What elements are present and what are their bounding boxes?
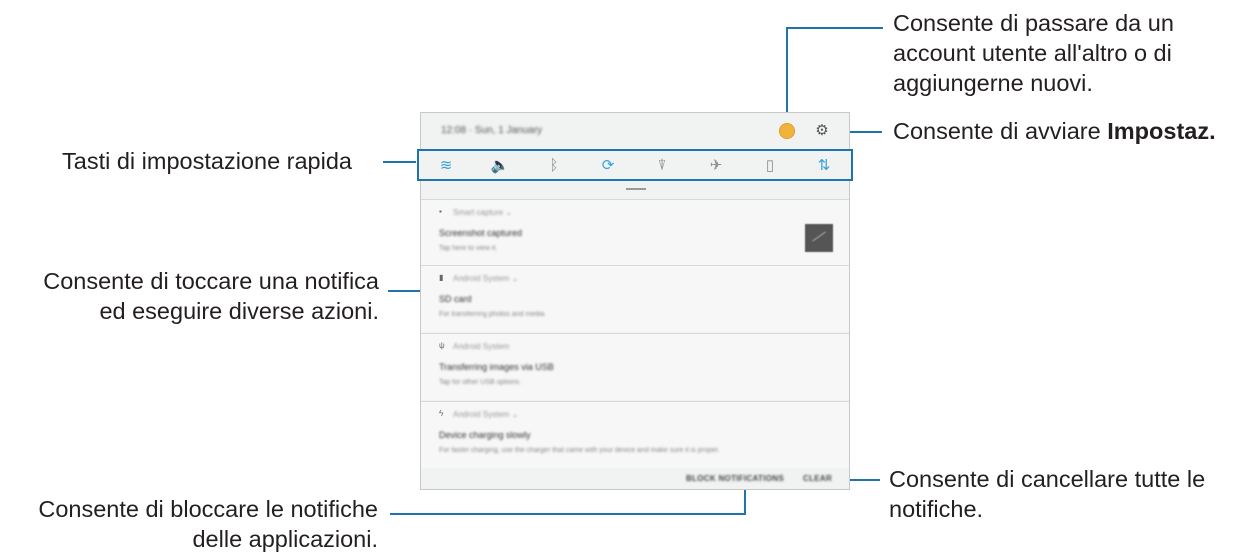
notification-panel: 12:08 · Sun, 1 January ⚙ ≋ 🔈 ᛒ ⟳ ⍒ ✈ ▯ ⇅… [417, 112, 853, 491]
callout-tap-notification: Consente di toccare una notifica ed eseg… [43, 266, 379, 326]
power-saving-icon[interactable]: ▯ [758, 153, 782, 177]
notification-app: Android System [453, 342, 510, 351]
callout-line: Consente di toccare una notifica [43, 268, 379, 294]
sd-card-icon: ▮ [439, 273, 444, 282]
leader-quick-settings [383, 161, 416, 163]
notification-title: Transferring images via USB [439, 362, 554, 372]
callout-line: Consente di passare da un [893, 10, 1174, 36]
leader-account-horizontal [786, 27, 883, 29]
notification-card[interactable]: ψ Android System Transferring images via… [421, 333, 849, 400]
notification-app: Smart capture ⌄ [453, 208, 513, 217]
callout-settings: Consente di avviare Impostaz. [893, 116, 1216, 146]
notification-card[interactable]: ▪ Smart capture ⌄ Screenshot captured Ta… [421, 199, 849, 266]
callout-line: Consente di cancellare tutte le [889, 466, 1206, 492]
quick-settings-bar: ≋ 🔈 ᛒ ⟳ ⍒ ✈ ▯ ⇅ [417, 149, 853, 181]
callout-block-notifications: Consente di bloccare le notifiche delle … [38, 494, 378, 554]
notification-footer: BLOCK NOTIFICATIONS CLEAR [421, 467, 849, 491]
status-bar: 12:08 · Sun, 1 January ⚙ [421, 113, 849, 151]
notification-app: Android System ⌄ [453, 410, 519, 419]
callout-line: account utente all'altro o di [893, 40, 1172, 66]
callout-line: notifiche. [889, 496, 984, 522]
notification-title: SD card [439, 294, 472, 304]
notification-subtitle: Tap for other USB options. [439, 379, 522, 386]
callout-line: ed eseguire diverse azioni. [99, 298, 379, 324]
leader-block-horizontal [390, 513, 745, 515]
bluetooth-icon[interactable]: ᛒ [542, 153, 566, 177]
mobile-data-icon[interactable]: ⇅ [812, 153, 836, 177]
drag-handle[interactable] [626, 188, 646, 190]
gear-icon[interactable]: ⚙ [813, 122, 831, 140]
notification-title: Screenshot captured [439, 228, 523, 238]
notification-subtitle: For transferring photos and media [439, 311, 545, 318]
callout-account-switch: Consente di passare da un account utente… [893, 8, 1174, 98]
status-time: 12:08 · Sun, 1 January [441, 125, 543, 136]
charging-icon: ϟ [439, 409, 444, 418]
wifi-icon[interactable]: ≋ [434, 153, 458, 177]
auto-rotate-icon[interactable]: ⟳ [596, 153, 620, 177]
callout-line: delle applicazioni. [192, 526, 378, 552]
leader-account-vertical [786, 27, 788, 122]
callout-line: aggiungerne nuovi. [893, 70, 1093, 96]
callout-text: Consente di avviare [893, 118, 1108, 144]
notification-app: Android System ⌄ [453, 274, 519, 283]
screenshot-thumbnail [805, 224, 833, 252]
sound-icon[interactable]: 🔈 [488, 153, 512, 177]
callout-text: Tasti di impostazione rapida [62, 148, 352, 174]
clear-button[interactable]: CLEAR [803, 474, 832, 483]
image-icon: ▪ [439, 207, 442, 216]
usb-icon: ψ [439, 341, 445, 350]
notification-subtitle: For faster charging, use the charger tha… [439, 447, 720, 454]
callout-quick-settings: Tasti di impostazione rapida [62, 146, 352, 176]
notification-card[interactable]: ϟ Android System ⌄ Device charging slowl… [421, 401, 849, 468]
callout-clear-all: Consente di cancellare tutte le notifich… [889, 464, 1205, 524]
notification-card[interactable]: ▮ Android System ⌄ SD card For transferr… [421, 265, 849, 332]
airplane-icon[interactable]: ✈ [704, 153, 728, 177]
notification-title: Device charging slowly [439, 430, 531, 440]
callout-line: Consente di bloccare le notifiche [38, 496, 378, 522]
block-notifications-button[interactable]: BLOCK NOTIFICATIONS [686, 474, 784, 483]
user-avatar-icon[interactable] [779, 123, 795, 139]
flashlight-icon[interactable]: ⍒ [650, 153, 674, 177]
callout-bold-text: Impostaz. [1107, 118, 1216, 144]
notification-subtitle: Tap here to view it. [439, 245, 498, 252]
